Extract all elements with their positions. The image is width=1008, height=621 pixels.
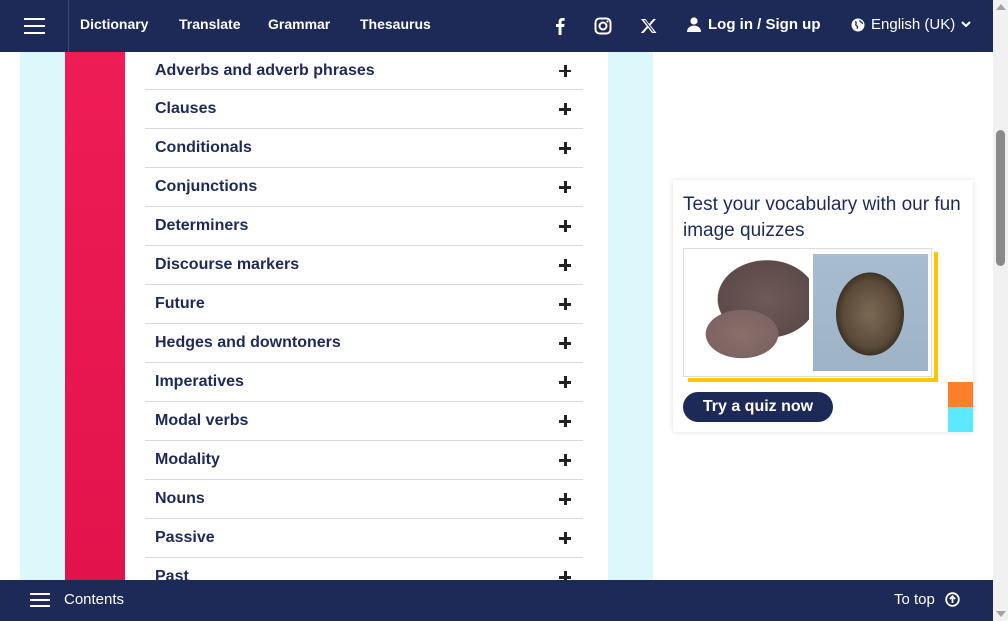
- accordion-item[interactable]: Passive: [145, 519, 583, 558]
- accordion-item-label: Conjunctions: [155, 178, 258, 195]
- scroll-down-arrow-icon[interactable]: [996, 611, 1006, 617]
- plus-icon[interactable]: [559, 532, 571, 544]
- accordion-item[interactable]: Conditionals: [145, 129, 583, 168]
- vertical-scrollbar[interactable]: [993, 0, 1008, 621]
- top-navigation-bar: Dictionary Translate Grammar Thesaurus L…: [0, 0, 993, 52]
- instagram-icon[interactable]: [593, 16, 613, 36]
- nav-link-grammar[interactable]: Grammar: [268, 16, 330, 32]
- plus-icon[interactable]: [559, 415, 571, 427]
- accordion-item[interactable]: Modal verbs: [145, 402, 583, 441]
- plus-icon[interactable]: [559, 376, 571, 388]
- quiz-image[interactable]: [683, 248, 932, 377]
- accordion-item-label: Hedges and downtoners: [155, 334, 341, 351]
- accordion-item-label: Future: [155, 295, 205, 312]
- grammar-topics-accordion: Adverbs and adverb phrases Clauses Condi…: [145, 52, 583, 597]
- arrow-up-circle-icon: [945, 592, 960, 607]
- contents-button[interactable]: Contents: [30, 591, 124, 608]
- accordion-item[interactable]: Imperatives: [145, 363, 583, 402]
- plus-icon[interactable]: [559, 64, 571, 77]
- accordion-item-label: Determiners: [155, 217, 249, 234]
- plus-icon[interactable]: [559, 298, 571, 310]
- accordion-item-label: Modality: [155, 451, 220, 468]
- try-quiz-button[interactable]: Try a quiz now: [683, 392, 833, 422]
- accordion-item[interactable]: Clauses: [145, 90, 583, 129]
- language-label: English (UK): [871, 16, 956, 33]
- accordion-item[interactable]: Future: [145, 285, 583, 324]
- decorative-square-cyan: [948, 407, 973, 432]
- accordion-item-label: Clauses: [155, 100, 217, 117]
- list-icon: [30, 592, 50, 607]
- nav-link-thesaurus[interactable]: Thesaurus: [360, 16, 431, 32]
- accordion-item[interactable]: Determiners: [145, 207, 583, 246]
- chevron-down-icon: [961, 21, 971, 28]
- accordion-item-label: Imperatives: [155, 373, 244, 390]
- plus-icon[interactable]: [559, 142, 571, 154]
- decorative-square-orange: [948, 382, 973, 407]
- hamburger-icon: [23, 25, 45, 27]
- accent-stripe: [65, 52, 125, 580]
- facebook-icon[interactable]: [550, 16, 570, 36]
- language-selector[interactable]: English (UK): [851, 16, 971, 33]
- accordion-item-label: Modal verbs: [155, 412, 249, 429]
- accordion-item-label: Nouns: [155, 490, 205, 507]
- quiz-promo-card: Test your vocabulary with our fun image …: [673, 180, 973, 432]
- accordion-item-label: Discourse markers: [155, 256, 300, 273]
- user-icon: [687, 17, 701, 32]
- contents-label: Contents: [64, 591, 125, 608]
- scrollbar-thumb[interactable]: [996, 130, 1005, 266]
- accordion-item-label: Conditionals: [155, 139, 252, 156]
- accordion-item[interactable]: Modality: [145, 441, 583, 480]
- nav-link-dictionary[interactable]: Dictionary: [80, 16, 148, 32]
- plus-icon[interactable]: [559, 454, 571, 466]
- plus-icon[interactable]: [559, 493, 571, 505]
- seal-image: [813, 254, 928, 371]
- accordion-item[interactable]: Nouns: [145, 480, 583, 519]
- accordion-item[interactable]: Discourse markers: [145, 246, 583, 285]
- accordion-item[interactable]: Adverbs and adverb phrases: [145, 52, 583, 90]
- accordion-item[interactable]: Conjunctions: [145, 168, 583, 207]
- scroll-up-arrow-icon[interactable]: [996, 4, 1006, 10]
- login-signup-link[interactable]: Log in / Sign up: [687, 16, 820, 33]
- to-top-label: To top: [894, 591, 935, 608]
- login-label: Log in / Sign up: [708, 16, 821, 33]
- promo-title: Test your vocabulary with our fun image …: [683, 194, 961, 241]
- plus-icon[interactable]: [559, 337, 571, 349]
- to-top-button[interactable]: To top: [894, 591, 960, 608]
- bottom-bar: Contents To top: [0, 580, 993, 621]
- plus-icon[interactable]: [559, 259, 571, 271]
- globe-icon: [851, 18, 865, 31]
- accordion-item-label: Passive: [155, 529, 215, 546]
- nav-link-translate[interactable]: Translate: [179, 16, 240, 32]
- plus-icon[interactable]: [559, 103, 571, 115]
- plus-icon[interactable]: [559, 181, 571, 193]
- accordion-item-label: Adverbs and adverb phrases: [155, 61, 375, 79]
- hippo-image: [687, 254, 809, 371]
- x-icon[interactable]: [638, 16, 658, 36]
- accordion-item[interactable]: Hedges and downtoners: [145, 324, 583, 363]
- menu-button[interactable]: [0, 0, 69, 52]
- plus-icon[interactable]: [559, 220, 571, 232]
